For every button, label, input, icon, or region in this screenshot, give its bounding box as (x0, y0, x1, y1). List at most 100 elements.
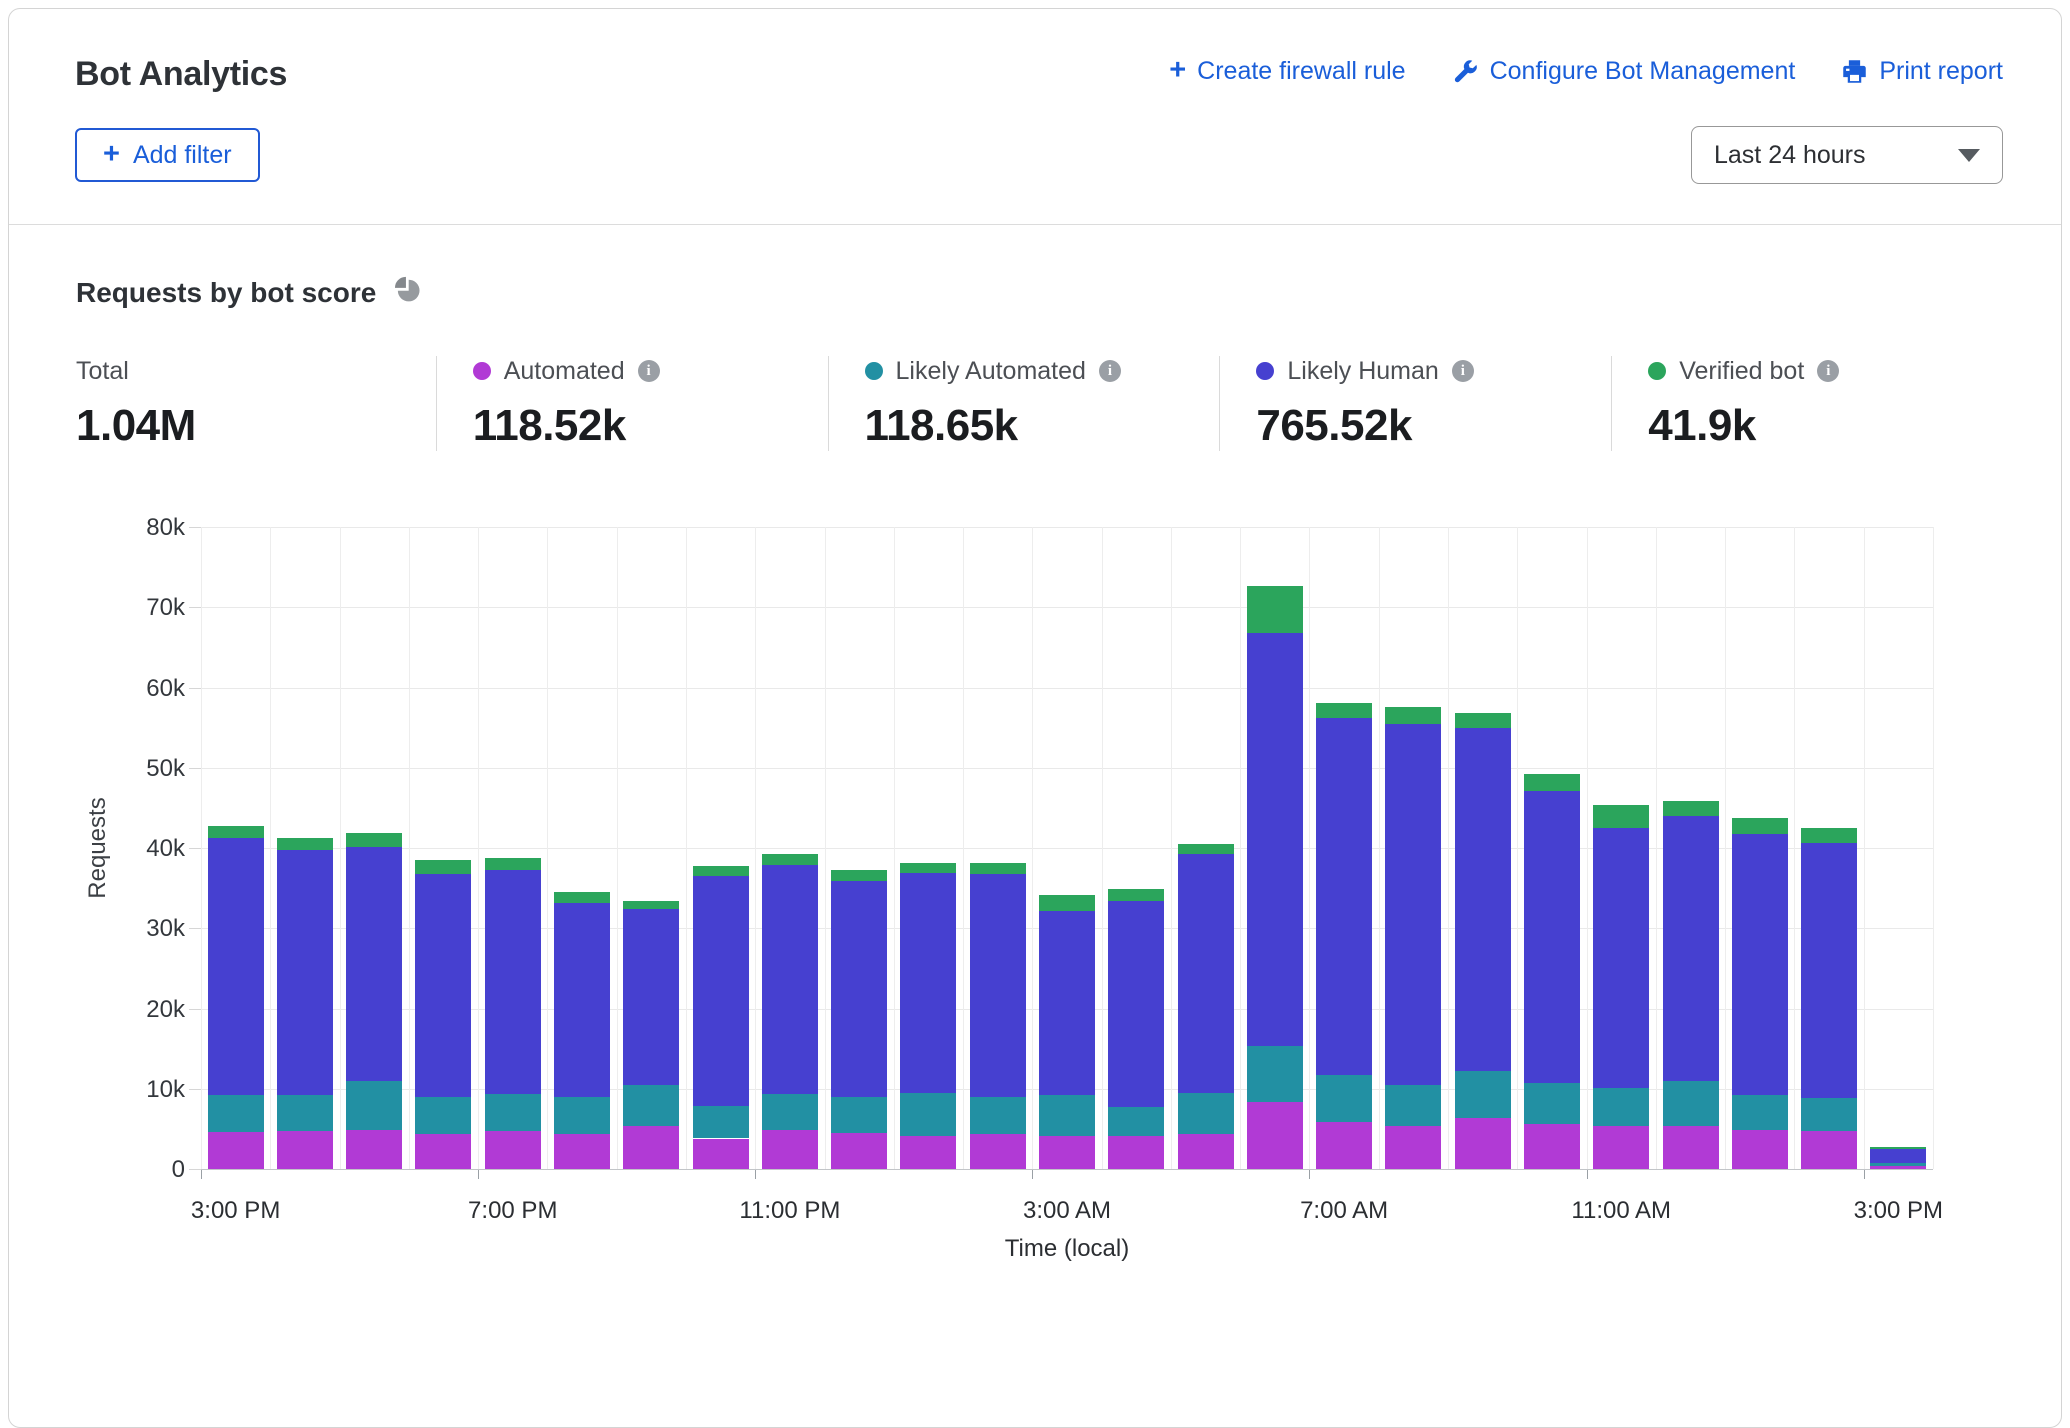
bar-segment-likely-automated[interactable] (346, 1081, 402, 1130)
bar-segment-automated[interactable] (1316, 1122, 1372, 1169)
info-icon[interactable]: i (1817, 360, 1839, 382)
bar-segment-automated[interactable] (554, 1134, 610, 1169)
bar-segment-likely-automated[interactable] (1870, 1163, 1926, 1166)
bar-segment-verified-bot[interactable] (1663, 801, 1719, 815)
bar-segment-likely-automated[interactable] (1455, 1071, 1511, 1118)
bar-segment-likely-automated[interactable] (1178, 1093, 1234, 1135)
bar-segment-verified-bot[interactable] (1108, 889, 1164, 901)
bar-segment-verified-bot[interactable] (1385, 707, 1441, 724)
bar-segment-verified-bot[interactable] (693, 866, 749, 876)
bar-segment-likely-automated[interactable] (1316, 1075, 1372, 1122)
bar-segment-automated[interactable] (1385, 1126, 1441, 1169)
bar-segment-likely-human[interactable] (1524, 791, 1580, 1083)
bar-segment-likely-automated[interactable] (1039, 1095, 1095, 1136)
bar-segment-automated[interactable] (1732, 1130, 1788, 1169)
bar-segment-verified-bot[interactable] (1247, 586, 1303, 633)
bar-segment-automated[interactable] (831, 1133, 887, 1169)
create-firewall-rule-link[interactable]: + Create firewall rule (1169, 57, 1405, 86)
bar-segment-likely-automated[interactable] (970, 1097, 1026, 1135)
bar-segment-verified-bot[interactable] (1178, 844, 1234, 854)
bar-segment-likely-human[interactable] (900, 873, 956, 1093)
bar-segment-verified-bot[interactable] (1801, 828, 1857, 843)
bar-segment-automated[interactable] (1247, 1102, 1303, 1169)
bar-segment-automated[interactable] (208, 1132, 264, 1169)
bar-segment-verified-bot[interactable] (623, 901, 679, 909)
bar-segment-automated[interactable] (1870, 1166, 1926, 1169)
add-filter-button[interactable]: + Add filter (75, 128, 260, 182)
bar-segment-likely-automated[interactable] (1593, 1088, 1649, 1126)
bar-segment-likely-automated[interactable] (762, 1094, 818, 1130)
bar-segment-likely-human[interactable] (1870, 1149, 1926, 1163)
bar-segment-likely-human[interactable] (554, 903, 610, 1097)
bar-segment-likely-human[interactable] (1385, 724, 1441, 1085)
bar-segment-verified-bot[interactable] (900, 863, 956, 873)
bar-segment-verified-bot[interactable] (1593, 805, 1649, 828)
bar-segment-likely-human[interactable] (1316, 718, 1372, 1075)
bar-segment-likely-human[interactable] (1732, 834, 1788, 1096)
bar-segment-likely-automated[interactable] (1801, 1098, 1857, 1131)
bar-segment-likely-human[interactable] (208, 838, 264, 1096)
bar-segment-likely-human[interactable] (831, 881, 887, 1097)
bar-segment-likely-automated[interactable] (277, 1095, 333, 1131)
print-report-link[interactable]: Print report (1841, 57, 2003, 86)
bar-segment-verified-bot[interactable] (1732, 818, 1788, 833)
bar-segment-likely-automated[interactable] (900, 1093, 956, 1136)
bar-segment-automated[interactable] (900, 1136, 956, 1169)
bar-segment-automated[interactable] (485, 1131, 541, 1169)
bar-segment-likely-human[interactable] (277, 850, 333, 1095)
bar-segment-likely-human[interactable] (346, 847, 402, 1081)
bar-segment-automated[interactable] (1108, 1136, 1164, 1169)
bar-segment-likely-human[interactable] (1178, 854, 1234, 1092)
bar-segment-likely-human[interactable] (693, 876, 749, 1106)
bar-segment-verified-bot[interactable] (346, 833, 402, 847)
bar-segment-verified-bot[interactable] (1455, 713, 1511, 728)
bar-segment-automated[interactable] (415, 1134, 471, 1169)
bar-segment-likely-automated[interactable] (554, 1097, 610, 1135)
bar-segment-verified-bot[interactable] (831, 870, 887, 880)
info-icon[interactable]: i (1452, 360, 1474, 382)
bar-segment-likely-human[interactable] (623, 909, 679, 1085)
bar-segment-likely-automated[interactable] (415, 1097, 471, 1134)
bar-segment-automated[interactable] (346, 1130, 402, 1169)
bar-segment-likely-human[interactable] (970, 874, 1026, 1096)
bar-segment-likely-automated[interactable] (1663, 1081, 1719, 1127)
bar-segment-verified-bot[interactable] (1316, 703, 1372, 718)
bar-segment-verified-bot[interactable] (762, 854, 818, 864)
bar-segment-likely-automated[interactable] (831, 1097, 887, 1133)
bar-segment-verified-bot[interactable] (1524, 774, 1580, 791)
bar-segment-likely-human[interactable] (1663, 816, 1719, 1081)
bar-segment-verified-bot[interactable] (1039, 895, 1095, 910)
bar-segment-likely-automated[interactable] (485, 1094, 541, 1131)
bar-segment-verified-bot[interactable] (970, 863, 1026, 874)
bar-segment-likely-automated[interactable] (1732, 1095, 1788, 1130)
time-range-select[interactable]: Last 24 hours (1691, 126, 2003, 184)
bar-segment-automated[interactable] (1524, 1124, 1580, 1169)
bar-segment-automated[interactable] (970, 1134, 1026, 1169)
bar-segment-verified-bot[interactable] (277, 838, 333, 851)
bar-segment-likely-human[interactable] (1801, 843, 1857, 1098)
bar-segment-likely-automated[interactable] (1108, 1107, 1164, 1136)
bar-segment-automated[interactable] (1801, 1131, 1857, 1169)
bar-segment-automated[interactable] (277, 1131, 333, 1169)
bar-segment-likely-human[interactable] (415, 874, 471, 1097)
bar-segment-likely-automated[interactable] (693, 1106, 749, 1139)
bar-segment-automated[interactable] (1039, 1136, 1095, 1169)
bar-segment-likely-human[interactable] (485, 870, 541, 1094)
bar-segment-verified-bot[interactable] (208, 826, 264, 837)
bar-segment-verified-bot[interactable] (485, 858, 541, 871)
bar-segment-verified-bot[interactable] (415, 860, 471, 874)
bar-segment-verified-bot[interactable] (1870, 1147, 1926, 1149)
bar-segment-automated[interactable] (1593, 1126, 1649, 1169)
bar-segment-likely-automated[interactable] (208, 1095, 264, 1132)
bar-segment-automated[interactable] (623, 1126, 679, 1169)
info-icon[interactable]: i (638, 360, 660, 382)
bar-segment-likely-automated[interactable] (1524, 1083, 1580, 1124)
bar-segment-likely-human[interactable] (1593, 828, 1649, 1088)
bar-segment-likely-human[interactable] (1039, 911, 1095, 1096)
bar-segment-likely-human[interactable] (762, 865, 818, 1094)
bar-segment-automated[interactable] (1455, 1118, 1511, 1169)
bar-segment-automated[interactable] (693, 1139, 749, 1169)
bar-segment-automated[interactable] (1178, 1134, 1234, 1169)
bar-segment-likely-automated[interactable] (1247, 1046, 1303, 1101)
bar-segment-likely-human[interactable] (1108, 901, 1164, 1107)
